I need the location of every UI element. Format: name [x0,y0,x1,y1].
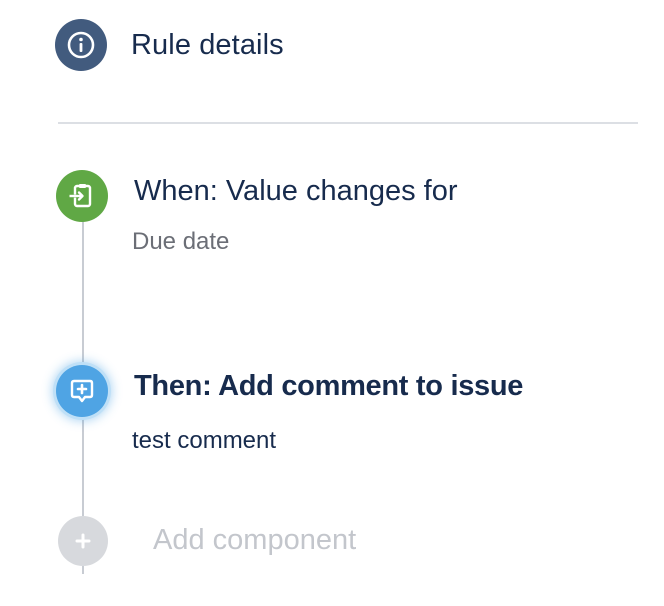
rule-details-item[interactable]: Rule details [55,19,284,71]
action-subtitle: test comment [132,427,277,454]
rule-editor: Rule details When: Value changes for Due… [0,0,664,606]
section-divider [58,122,638,124]
action-step[interactable]: Then: Add comment to issue test comment [56,365,616,465]
rule-details-label: Rule details [131,28,284,61]
info-icon [55,19,107,71]
add-comment-icon [56,365,108,417]
add-component-button[interactable]: Add component [58,516,478,568]
trigger-title: When: Value changes for [134,175,458,207]
trigger-subtitle: Due date [132,228,230,255]
plus-icon [58,516,108,566]
add-component-label: Add component [153,524,357,556]
trigger-step[interactable]: When: Value changes for Due date [56,170,616,270]
trigger-clipboard-icon [56,170,108,222]
action-title: Then: Add comment to issue [134,370,524,402]
